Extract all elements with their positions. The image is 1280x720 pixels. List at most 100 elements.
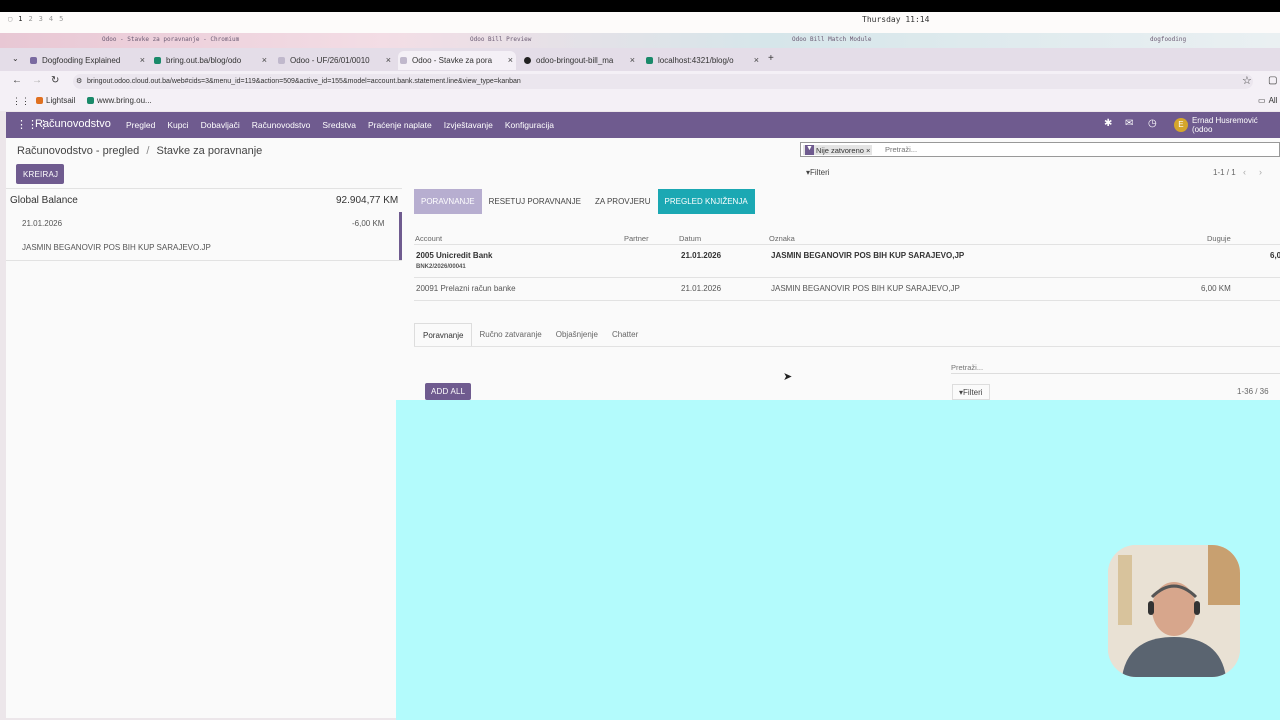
workspace-3[interactable]: 3 xyxy=(39,15,43,23)
search-facet: ▼ Nije zatvoreno × xyxy=(803,145,873,155)
browser-tab[interactable]: odoo-bringout-bill_ma × xyxy=(522,51,638,70)
pager-next-icon[interactable]: › xyxy=(1259,167,1262,177)
bookmark-lightsail[interactable]: Lightsail xyxy=(36,96,75,105)
create-button[interactable]: KREIRAJ xyxy=(16,164,64,184)
window-title-right2: dogfooding xyxy=(1150,36,1187,43)
filters-label: Filteri xyxy=(810,168,830,177)
folder-icon: ▭ xyxy=(1258,96,1266,105)
activity-clock-icon[interactable]: ◷ xyxy=(1148,118,1157,129)
url-text: bringout.odoo.cloud.out.ba/web#cids=3&me… xyxy=(87,78,521,85)
workspace-5[interactable]: 5 xyxy=(59,15,63,23)
workspace-2[interactable]: 2 xyxy=(28,15,32,23)
search-input[interactable] xyxy=(885,144,1185,155)
favicon-icon xyxy=(646,57,653,64)
new-tab-button[interactable]: + xyxy=(768,53,774,64)
remove-facet-icon[interactable]: × xyxy=(866,146,870,155)
menu-izvjestavanje[interactable]: Izvještavanje xyxy=(444,120,493,130)
menu-sredstva[interactable]: Sredstva xyxy=(322,120,356,130)
tab-list-chevron-icon[interactable]: ⌄ xyxy=(12,54,19,63)
reconcile-search-input[interactable] xyxy=(951,362,1280,374)
main-menu: Pregled Kupci Dobavljači Računovodstvo S… xyxy=(126,120,566,130)
close-tab-icon[interactable]: × xyxy=(262,55,267,65)
menu-kupci[interactable]: Kupci xyxy=(167,120,188,130)
menu-pracenje-naplate[interactable]: Praćenje naplate xyxy=(368,120,432,130)
presenter-image xyxy=(1108,545,1240,677)
tab-label: Odoo - UF/26/01/0010 xyxy=(290,56,370,65)
menu-konfiguracija[interactable]: Konfiguracija xyxy=(505,120,554,130)
tab-objasnjenje[interactable]: Objašnjenje xyxy=(549,323,605,347)
workspace-grid-icon[interactable]: ▢ xyxy=(8,15,12,23)
tab-rucno-zatvaranje[interactable]: Ručno zatvaranje xyxy=(472,323,548,347)
row-label: JASMIN BEGANOVIR POS BIH KUP SARAJEVO,JP xyxy=(771,284,960,293)
action-buttons: PORAVNANJE RESETUJ PORAVNANJE ZA PROVJER… xyxy=(414,189,755,214)
pager-prev-icon[interactable]: ‹ xyxy=(1243,167,1246,177)
row-label: JASMIN BEGANOVIR POS BIH KUP SARAJEVO,JP xyxy=(771,251,965,260)
browser-tab[interactable]: Dogfooding Explained × xyxy=(28,51,148,70)
add-all-button[interactable]: ADD ALL xyxy=(425,383,471,400)
webcam-overlay xyxy=(1108,545,1240,677)
tab-chatter[interactable]: Chatter xyxy=(605,323,645,347)
workspace-1[interactable]: 1 xyxy=(18,15,22,23)
reload-icon[interactable]: ↻ xyxy=(51,75,59,86)
forward-icon[interactable]: → xyxy=(32,75,42,86)
col-duguje: Duguje xyxy=(1207,234,1231,243)
lightsail-icon xyxy=(36,97,43,104)
search-bar[interactable]: ▼ Nije zatvoreno × xyxy=(800,142,1280,157)
bookmark-label: www.bring.ou... xyxy=(97,96,152,105)
app-brand[interactable]: Računovodstvo xyxy=(35,118,111,130)
close-tab-icon[interactable]: × xyxy=(508,55,513,65)
line-amount: -6,00 KM xyxy=(352,219,385,228)
notebook-tabs: Poravnanje Ručno zatvaranje Objašnjenje … xyxy=(414,323,645,347)
chat-icon[interactable]: ✉ xyxy=(1125,118,1133,129)
filters-button[interactable]: ▾Filteri xyxy=(806,168,830,177)
bookmark-bringout[interactable]: www.bring.ou... xyxy=(87,96,152,105)
menu-dobavljaci[interactable]: Dobavljači xyxy=(201,120,240,130)
browser-tab[interactable]: bring.out.ba/blog/odo × xyxy=(152,51,270,70)
tab-label: odoo-bringout-bill_ma xyxy=(536,56,614,65)
table-row[interactable]: 20091 Prelazni račun banke 21.01.2026 JA… xyxy=(414,278,1280,300)
tab-poravnanje[interactable]: Poravnanje xyxy=(414,323,473,347)
bookmarks-bar: ⋮⋮ Lightsail www.bring.ou... ▭ All xyxy=(0,92,1280,111)
close-tab-icon[interactable]: × xyxy=(386,55,391,65)
row-date: 21.01.2026 xyxy=(681,284,722,293)
site-info-icon[interactable]: ⚙ xyxy=(76,77,82,85)
breadcrumb-separator: / xyxy=(146,145,150,157)
breadcrumb-current: Stavke za poravnanje xyxy=(156,145,263,157)
window-title-left: Odoo - Stavke za poravnanje - Chromium xyxy=(102,36,240,43)
apps-grid-icon[interactable]: ⋮⋮ xyxy=(12,96,30,107)
za-provjeru-button[interactable]: ZA PROVJERU xyxy=(588,189,658,214)
filters-label: Filteri xyxy=(963,388,983,397)
poravnanje-button[interactable]: PORAVNANJE xyxy=(414,189,482,214)
address-bar[interactable]: ⚙ bringout.odoo.cloud.out.ba/web#cids=3&… xyxy=(73,74,1253,89)
favicon-icon xyxy=(30,57,37,64)
menu-racunovodstvo[interactable]: Računovodstvo xyxy=(252,120,311,130)
close-tab-icon[interactable]: × xyxy=(754,55,759,65)
reconcile-filters-button[interactable]: ▾Filteri xyxy=(952,384,990,400)
favicon-icon xyxy=(400,57,407,64)
tab-label: Odoo - Stavke za pora xyxy=(412,56,493,65)
workspace-4[interactable]: 4 xyxy=(49,15,53,23)
back-icon[interactable]: ← xyxy=(12,75,22,86)
close-tab-icon[interactable]: × xyxy=(140,55,145,65)
close-tab-icon[interactable]: × xyxy=(630,55,635,65)
extensions-icon[interactable]: ▢ xyxy=(1268,75,1277,86)
statement-line-card[interactable]: 21.01.2026 -6,00 KM JASMIN BEGANOVIR POS… xyxy=(6,212,402,260)
breadcrumb-parent[interactable]: Računovodstvo - pregled xyxy=(17,145,139,157)
browser-tab-active[interactable]: Odoo - Stavke za pora × xyxy=(398,51,516,70)
global-balance-label: Global Balance xyxy=(10,195,78,206)
browser-tab[interactable]: localhost:4321/blog/o × xyxy=(644,51,762,70)
all-bookmarks[interactable]: ▭ All xyxy=(1258,96,1277,105)
col-account: Account xyxy=(415,234,443,243)
workspace-switcher[interactable]: ▢ 1 2 3 4 5 xyxy=(8,15,63,23)
user-menu[interactable]: E Ernad Husremović (odoo xyxy=(1174,116,1280,134)
bookmark-star-icon[interactable]: ☆ xyxy=(1242,74,1252,87)
tab-label: Dogfooding Explained xyxy=(42,56,121,65)
bringout-icon xyxy=(87,97,94,104)
avatar: E xyxy=(1174,118,1188,132)
menu-pregled[interactable]: Pregled xyxy=(126,120,155,130)
bug-icon[interactable]: ✱ xyxy=(1104,118,1112,129)
pregled-knjizenja-button[interactable]: PREGLED KNJIŽENJA xyxy=(657,189,755,214)
browser-tab[interactable]: Odoo - UF/26/01/0010 × xyxy=(276,51,394,70)
resetuj-poravnanje-button[interactable]: RESETUJ PORAVNANJE xyxy=(482,189,588,214)
table-row[interactable]: 2005 Unicredit Bank BNK2/2026/00041 21.0… xyxy=(414,244,1280,277)
